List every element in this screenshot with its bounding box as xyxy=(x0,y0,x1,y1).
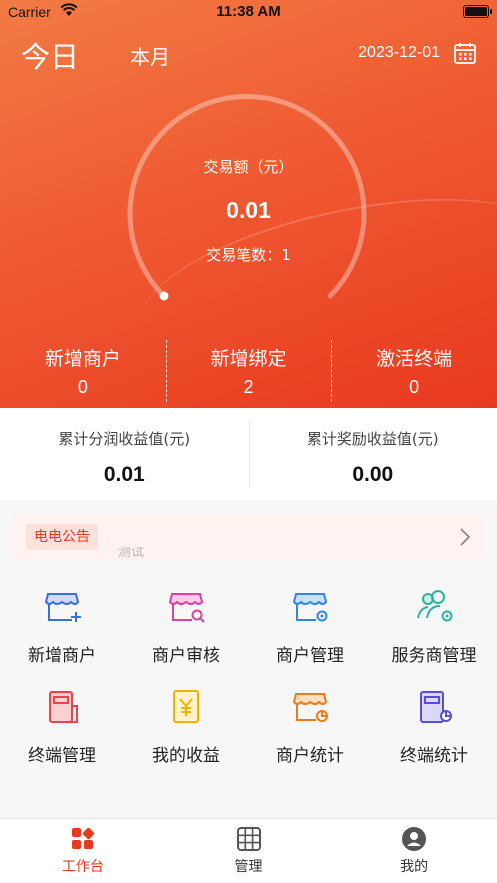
store-search-icon xyxy=(168,593,205,623)
workbench-icon xyxy=(71,827,94,849)
menu-label: 我的收益 xyxy=(152,746,220,766)
stat-value: 0 xyxy=(409,377,420,397)
earning-value: 0.00 xyxy=(352,463,394,486)
calendar-icon[interactable] xyxy=(453,41,477,65)
status-time: 11:38 AM xyxy=(216,3,281,20)
menu-item-merchant-review[interactable]: 商户审核 xyxy=(124,578,248,678)
store-settings-icon xyxy=(292,593,328,622)
tab-today[interactable]: 今日 xyxy=(21,34,79,76)
notice-text: 测试 xyxy=(118,547,145,559)
grid-icon xyxy=(236,827,261,851)
earnings-panel: 累计分润收益值(元) 0.01 累计奖励收益值(元) 0.00 xyxy=(0,408,497,500)
menu-label: 新增商户 xyxy=(28,646,96,666)
chevron-right-icon[interactable] xyxy=(458,526,472,548)
stats-row: 新增商户 0 新增绑定 2 激活终端 0 xyxy=(0,338,497,404)
earning-value: 0.01 xyxy=(103,463,145,486)
menu-item-add-merchant[interactable]: 新增商户 xyxy=(0,578,124,678)
menu-label: 终端统计 xyxy=(400,746,468,766)
menu-item-terminal-stats[interactable]: 终端统计 xyxy=(372,678,496,778)
gauge-title: 交易额（元） xyxy=(203,158,294,176)
earning-label: 累计奖励收益值(元) xyxy=(306,430,439,448)
menu-label: 终端管理 xyxy=(28,746,96,766)
stat-value: 2 xyxy=(243,377,254,397)
tab-label: 我的 xyxy=(400,859,429,875)
terminal-chart-icon xyxy=(420,691,452,723)
battery-icon xyxy=(463,5,492,18)
status-bar: Carrier 11:38 AM xyxy=(0,0,497,24)
menu-item-terminal-management[interactable]: 终端管理 xyxy=(0,678,124,778)
menu-item-merchant-stats[interactable]: 商户统计 xyxy=(248,678,372,778)
stat-label: 新增绑定 xyxy=(210,348,287,370)
store-chart-icon xyxy=(292,693,328,722)
stat-activated-terminals: 激活终端 0 xyxy=(331,338,497,404)
earning-reward: 累计奖励收益值(元) 0.00 xyxy=(248,408,497,500)
tab-month[interactable]: 本月 xyxy=(130,41,170,70)
store-add-icon xyxy=(44,593,81,622)
terminal-icon xyxy=(49,691,78,723)
tab-management[interactable]: 管理 xyxy=(166,819,332,883)
gauge-value: 0.01 xyxy=(226,197,271,223)
yen-receipt-icon xyxy=(173,690,199,723)
tab-label: 工作台 xyxy=(61,859,104,875)
tab-mine[interactable]: 我的 xyxy=(331,819,497,883)
stat-label: 新增商户 xyxy=(44,348,121,370)
users-settings-icon xyxy=(417,590,453,622)
earning-label: 累计分润收益值(元) xyxy=(58,430,191,448)
menu-label: 商户审核 xyxy=(152,646,220,666)
menu-label: 商户管理 xyxy=(276,646,344,666)
user-icon xyxy=(402,827,427,851)
stat-new-merchants: 新增商户 0 xyxy=(0,338,166,404)
stat-label: 激活终端 xyxy=(376,348,453,370)
notice-bar[interactable]: 电电公告 xyxy=(12,514,484,560)
menu-item-merchant-management[interactable]: 商户管理 xyxy=(248,578,372,678)
menu-label: 服务商管理 xyxy=(391,646,477,666)
notice-tag: 电电公告 xyxy=(26,524,98,550)
tab-label: 管理 xyxy=(234,859,263,875)
menu-label: 商户统计 xyxy=(276,746,344,766)
gauge-count: 交易笔数：1 xyxy=(206,246,291,264)
tab-workbench[interactable]: 工作台 xyxy=(0,819,166,883)
menu-item-provider-management[interactable]: 服务商管理 xyxy=(372,578,496,678)
stat-value: 0 xyxy=(77,377,88,397)
tab-bar: 工作台 管理 我的 xyxy=(0,818,497,883)
stat-new-bindings: 新增绑定 2 xyxy=(165,338,332,404)
menu-item-my-earnings[interactable]: 我的收益 xyxy=(124,678,248,778)
earning-profit-share: 累计分润收益值(元) 0.01 xyxy=(0,408,249,500)
date-label[interactable]: 2023-12-01 xyxy=(358,44,440,62)
